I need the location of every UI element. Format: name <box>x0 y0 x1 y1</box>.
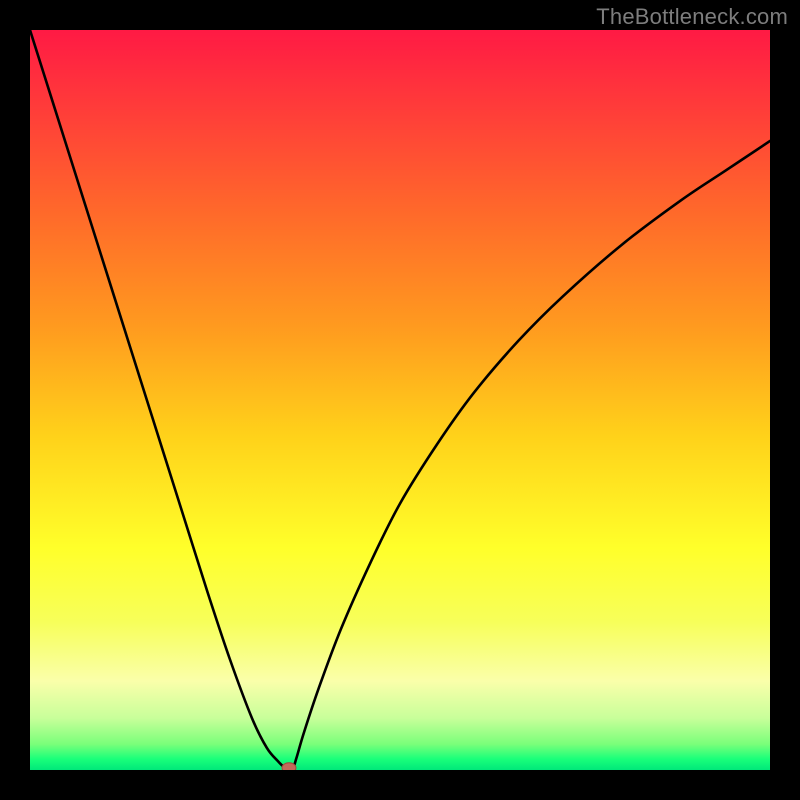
chart-frame: TheBottleneck.com <box>0 0 800 800</box>
minimum-marker <box>282 763 296 770</box>
watermark-text: TheBottleneck.com <box>596 4 788 30</box>
chart-plot <box>30 30 770 770</box>
chart-background <box>30 30 770 770</box>
